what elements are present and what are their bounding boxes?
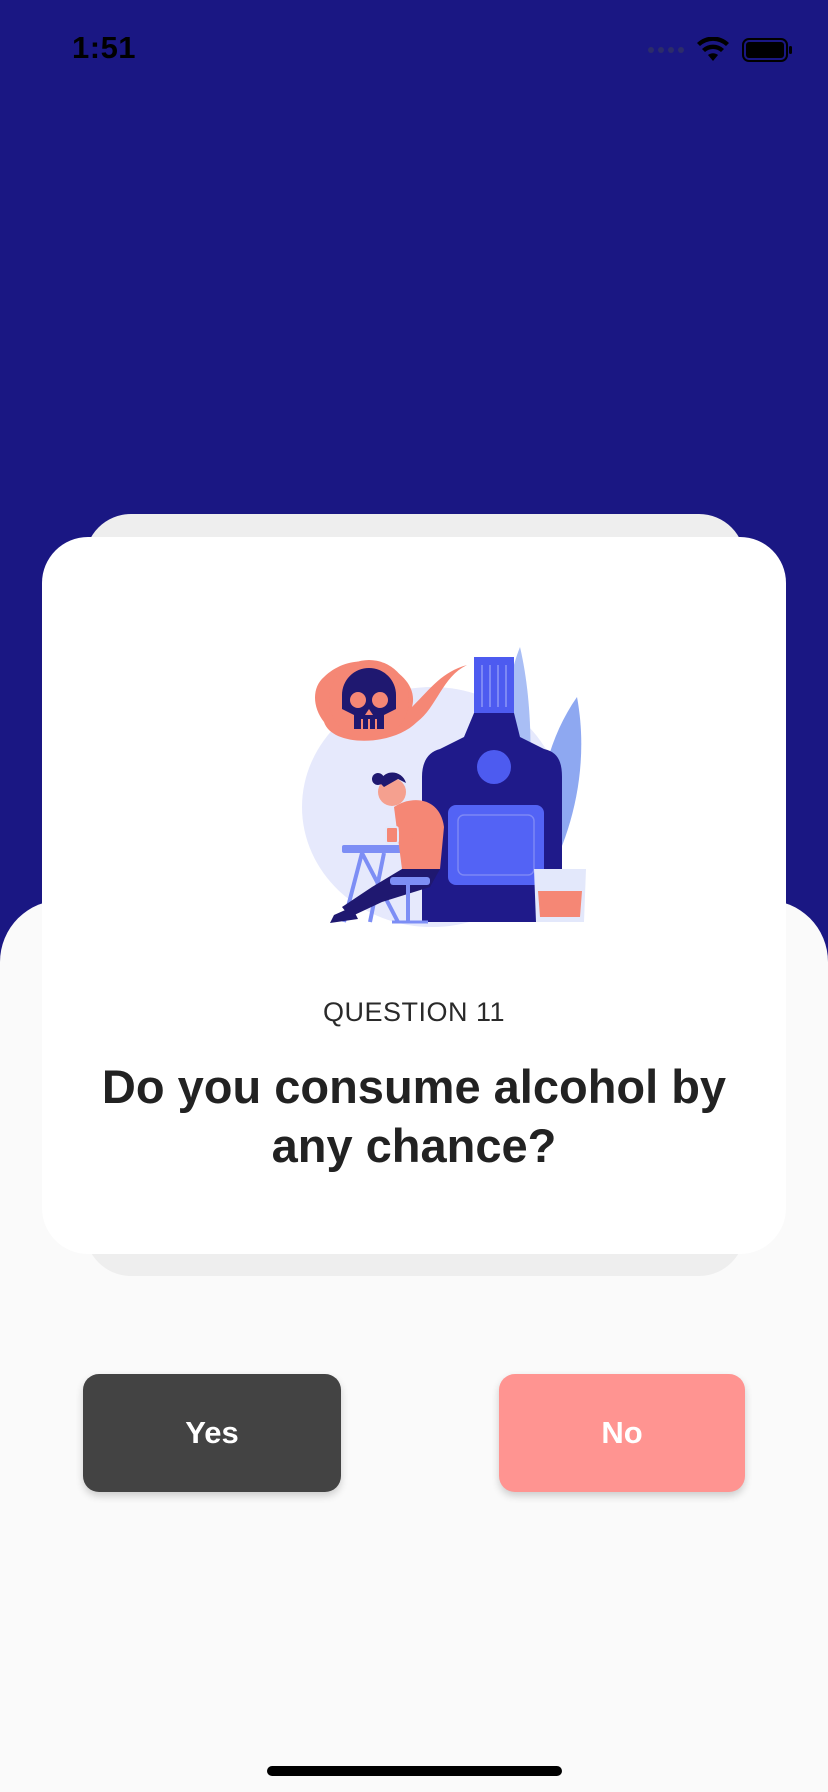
question-text: Do you consume alcohol by any chance? (101, 1060, 727, 1172)
signal-icon (648, 47, 684, 53)
battery-icon (742, 38, 792, 62)
question-number: QUESTION 11 (322, 997, 506, 1027)
no-button[interactable]: No (499, 1374, 745, 1492)
question-card[interactable]: QUESTION 11 Do you consume alcohol by an… (42, 537, 786, 1254)
status-icons (648, 36, 794, 64)
home-indicator[interactable] (267, 1766, 562, 1776)
alcohol-illustration (302, 647, 586, 927)
wifi-icon (697, 37, 729, 61)
yes-button[interactable]: Yes (83, 1374, 341, 1492)
status-time: 1:51 (72, 30, 137, 65)
